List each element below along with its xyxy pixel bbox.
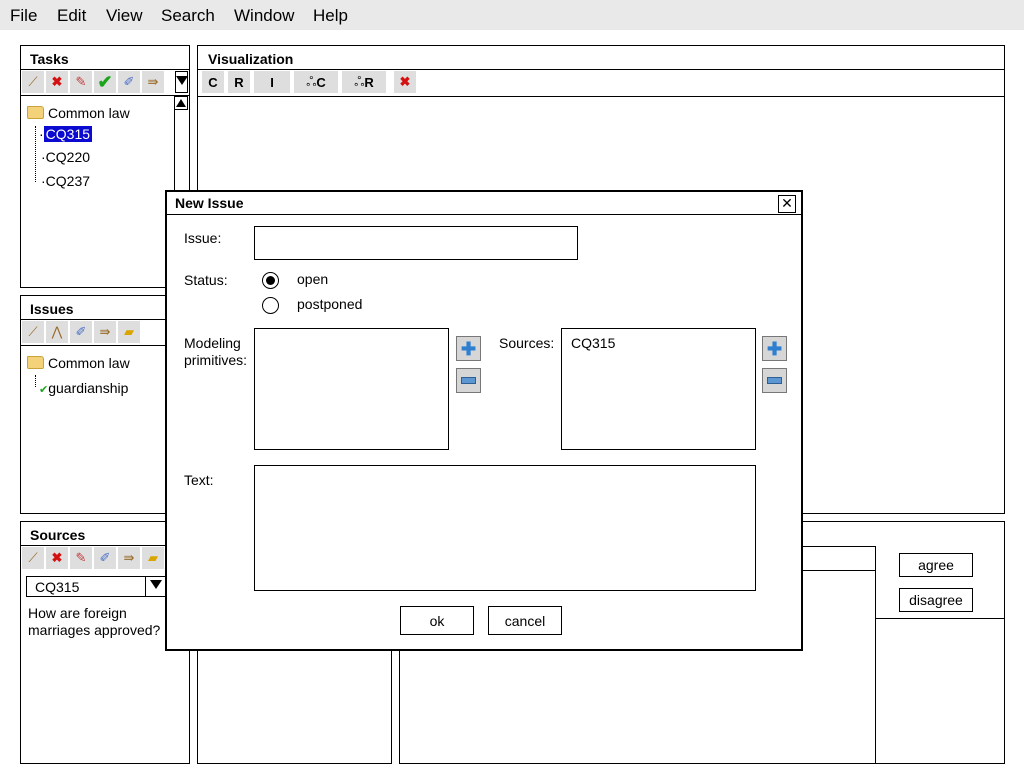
issue-label: Issue: <box>184 230 222 246</box>
modeling-label-line2: primitives: <box>184 352 248 368</box>
viz-cluster-c-button[interactable]: ஃC <box>294 71 338 93</box>
scroll-up-button[interactable] <box>174 96 188 110</box>
list-item[interactable]: CQ315 <box>571 335 615 351</box>
menu-edit[interactable]: Edit <box>57 6 86 26</box>
arrows-icon[interactable]: ⇛ <box>118 547 140 569</box>
close-icon: ✕ <box>781 195 793 211</box>
graph-icon: ஃ <box>354 73 365 89</box>
tree-item-guardianship[interactable]: ✔guardianship <box>39 380 128 396</box>
plus-icon: ✚ <box>766 338 783 359</box>
pencil-icon[interactable]: ✎ <box>70 547 92 569</box>
agree-button[interactable]: agree <box>899 553 973 577</box>
status-postponed-radio[interactable] <box>262 297 279 314</box>
menu-file[interactable]: File <box>10 6 37 26</box>
menu-bar: File Edit View Search Window Help <box>0 0 1024 30</box>
sources-label: Sources: <box>499 335 555 351</box>
source-select[interactable]: CQ315 <box>26 576 166 597</box>
tree-root[interactable]: Common law <box>27 355 130 371</box>
arrow-up-icon <box>176 99 186 107</box>
text-label: Text: <box>184 472 214 488</box>
wand-icon[interactable]: ⟋ <box>22 321 44 343</box>
status-open-label: open <box>297 271 329 287</box>
folder-icon <box>27 105 44 119</box>
minus-icon <box>767 377 782 384</box>
tree-item-cq220[interactable]: ·CQ220 <box>41 149 90 165</box>
plus-icon: ✚ <box>460 338 477 359</box>
wand-icon[interactable]: ⟋ <box>22 547 44 569</box>
folder-icon[interactable]: ▰ <box>142 547 164 569</box>
graph-icon: ஃ <box>306 73 317 89</box>
modeling-label-line1: Modeling <box>184 335 241 351</box>
pin-icon[interactable]: ✐ <box>94 547 116 569</box>
checkmark-icon[interactable]: ✔ <box>94 71 116 93</box>
tasks-title: Tasks <box>30 51 69 67</box>
menu-view[interactable]: View <box>106 6 143 26</box>
tree-root[interactable]: Common law <box>27 105 130 121</box>
chevron-down-icon <box>176 76 188 85</box>
toolbar-overflow-button[interactable] <box>175 71 188 93</box>
sources-title: Sources <box>30 527 86 543</box>
modeling-primitives-list[interactable] <box>254 328 449 450</box>
chevron-down-icon <box>150 580 162 589</box>
visualization-title: Visualization <box>208 51 294 67</box>
status-open-radio[interactable] <box>262 272 279 289</box>
source-text: How are foreign marriages approved? <box>28 605 161 638</box>
cancel-button[interactable]: cancel <box>488 606 562 635</box>
checkmark-icon: ✔ <box>39 384 49 396</box>
sources-toolbar: ⟋ ✖ ✎ ✐ ⇛ ▰ <box>22 547 166 569</box>
dialog-title: New Issue <box>175 195 244 211</box>
viz-i-button[interactable]: I <box>254 71 290 93</box>
menu-window[interactable]: Window <box>234 6 294 26</box>
remove-primitive-button[interactable] <box>456 368 481 393</box>
issues-toolbar: ⟋ ⋀ ✐ ⇛ ▰ <box>22 321 142 343</box>
new-issue-dialog: New Issue ✕ Issue: Status: open postpone… <box>165 190 803 651</box>
arrows-icon[interactable]: ⇛ <box>142 71 164 93</box>
sources-list[interactable]: CQ315 <box>561 328 756 450</box>
ok-button[interactable]: ok <box>400 606 474 635</box>
double-wand-icon[interactable]: ⋀ <box>46 321 68 343</box>
dropdown-button[interactable] <box>145 576 166 597</box>
folder-icon <box>27 355 44 369</box>
tree-item-cq315[interactable]: · CQ315 <box>39 126 93 142</box>
issue-input[interactable] <box>254 226 578 260</box>
status-postponed-label: postponed <box>297 296 363 312</box>
remove-source-button[interactable] <box>762 368 787 393</box>
text-area[interactable] <box>254 465 756 591</box>
delete-icon[interactable]: ✖ <box>46 71 68 93</box>
viz-cluster-r-button[interactable]: ஃR <box>342 71 386 93</box>
tree-item-cq237[interactable]: ·CQ237 <box>41 173 90 189</box>
arrows-icon[interactable]: ⇛ <box>94 321 116 343</box>
pin-icon[interactable]: ✐ <box>70 321 92 343</box>
issues-title: Issues <box>30 301 74 317</box>
add-primitive-button[interactable]: ✚ <box>456 336 481 361</box>
folder-add-icon[interactable]: ▰ <box>118 321 140 343</box>
wand-icon[interactable]: ⟋ <box>22 71 44 93</box>
visualization-toolbar: C R I ஃC ஃR ✖ <box>202 71 420 93</box>
pin-icon[interactable]: ✐ <box>118 71 140 93</box>
menu-help[interactable]: Help <box>313 6 348 26</box>
viz-r-button[interactable]: R <box>228 71 250 93</box>
close-button[interactable]: ✕ <box>778 195 796 213</box>
tasks-toolbar: ⟋ ✖ ✎ ✔ ✐ ⇛ <box>22 71 166 93</box>
add-source-button[interactable]: ✚ <box>762 336 787 361</box>
status-label: Status: <box>184 272 228 288</box>
disagree-button[interactable]: disagree <box>899 588 973 612</box>
delete-icon[interactable]: ✖ <box>394 71 416 93</box>
minus-icon <box>461 377 476 384</box>
menu-search[interactable]: Search <box>161 6 215 26</box>
viz-c-button[interactable]: C <box>202 71 224 93</box>
pencil-icon[interactable]: ✎ <box>70 71 92 93</box>
delete-icon[interactable]: ✖ <box>46 547 68 569</box>
